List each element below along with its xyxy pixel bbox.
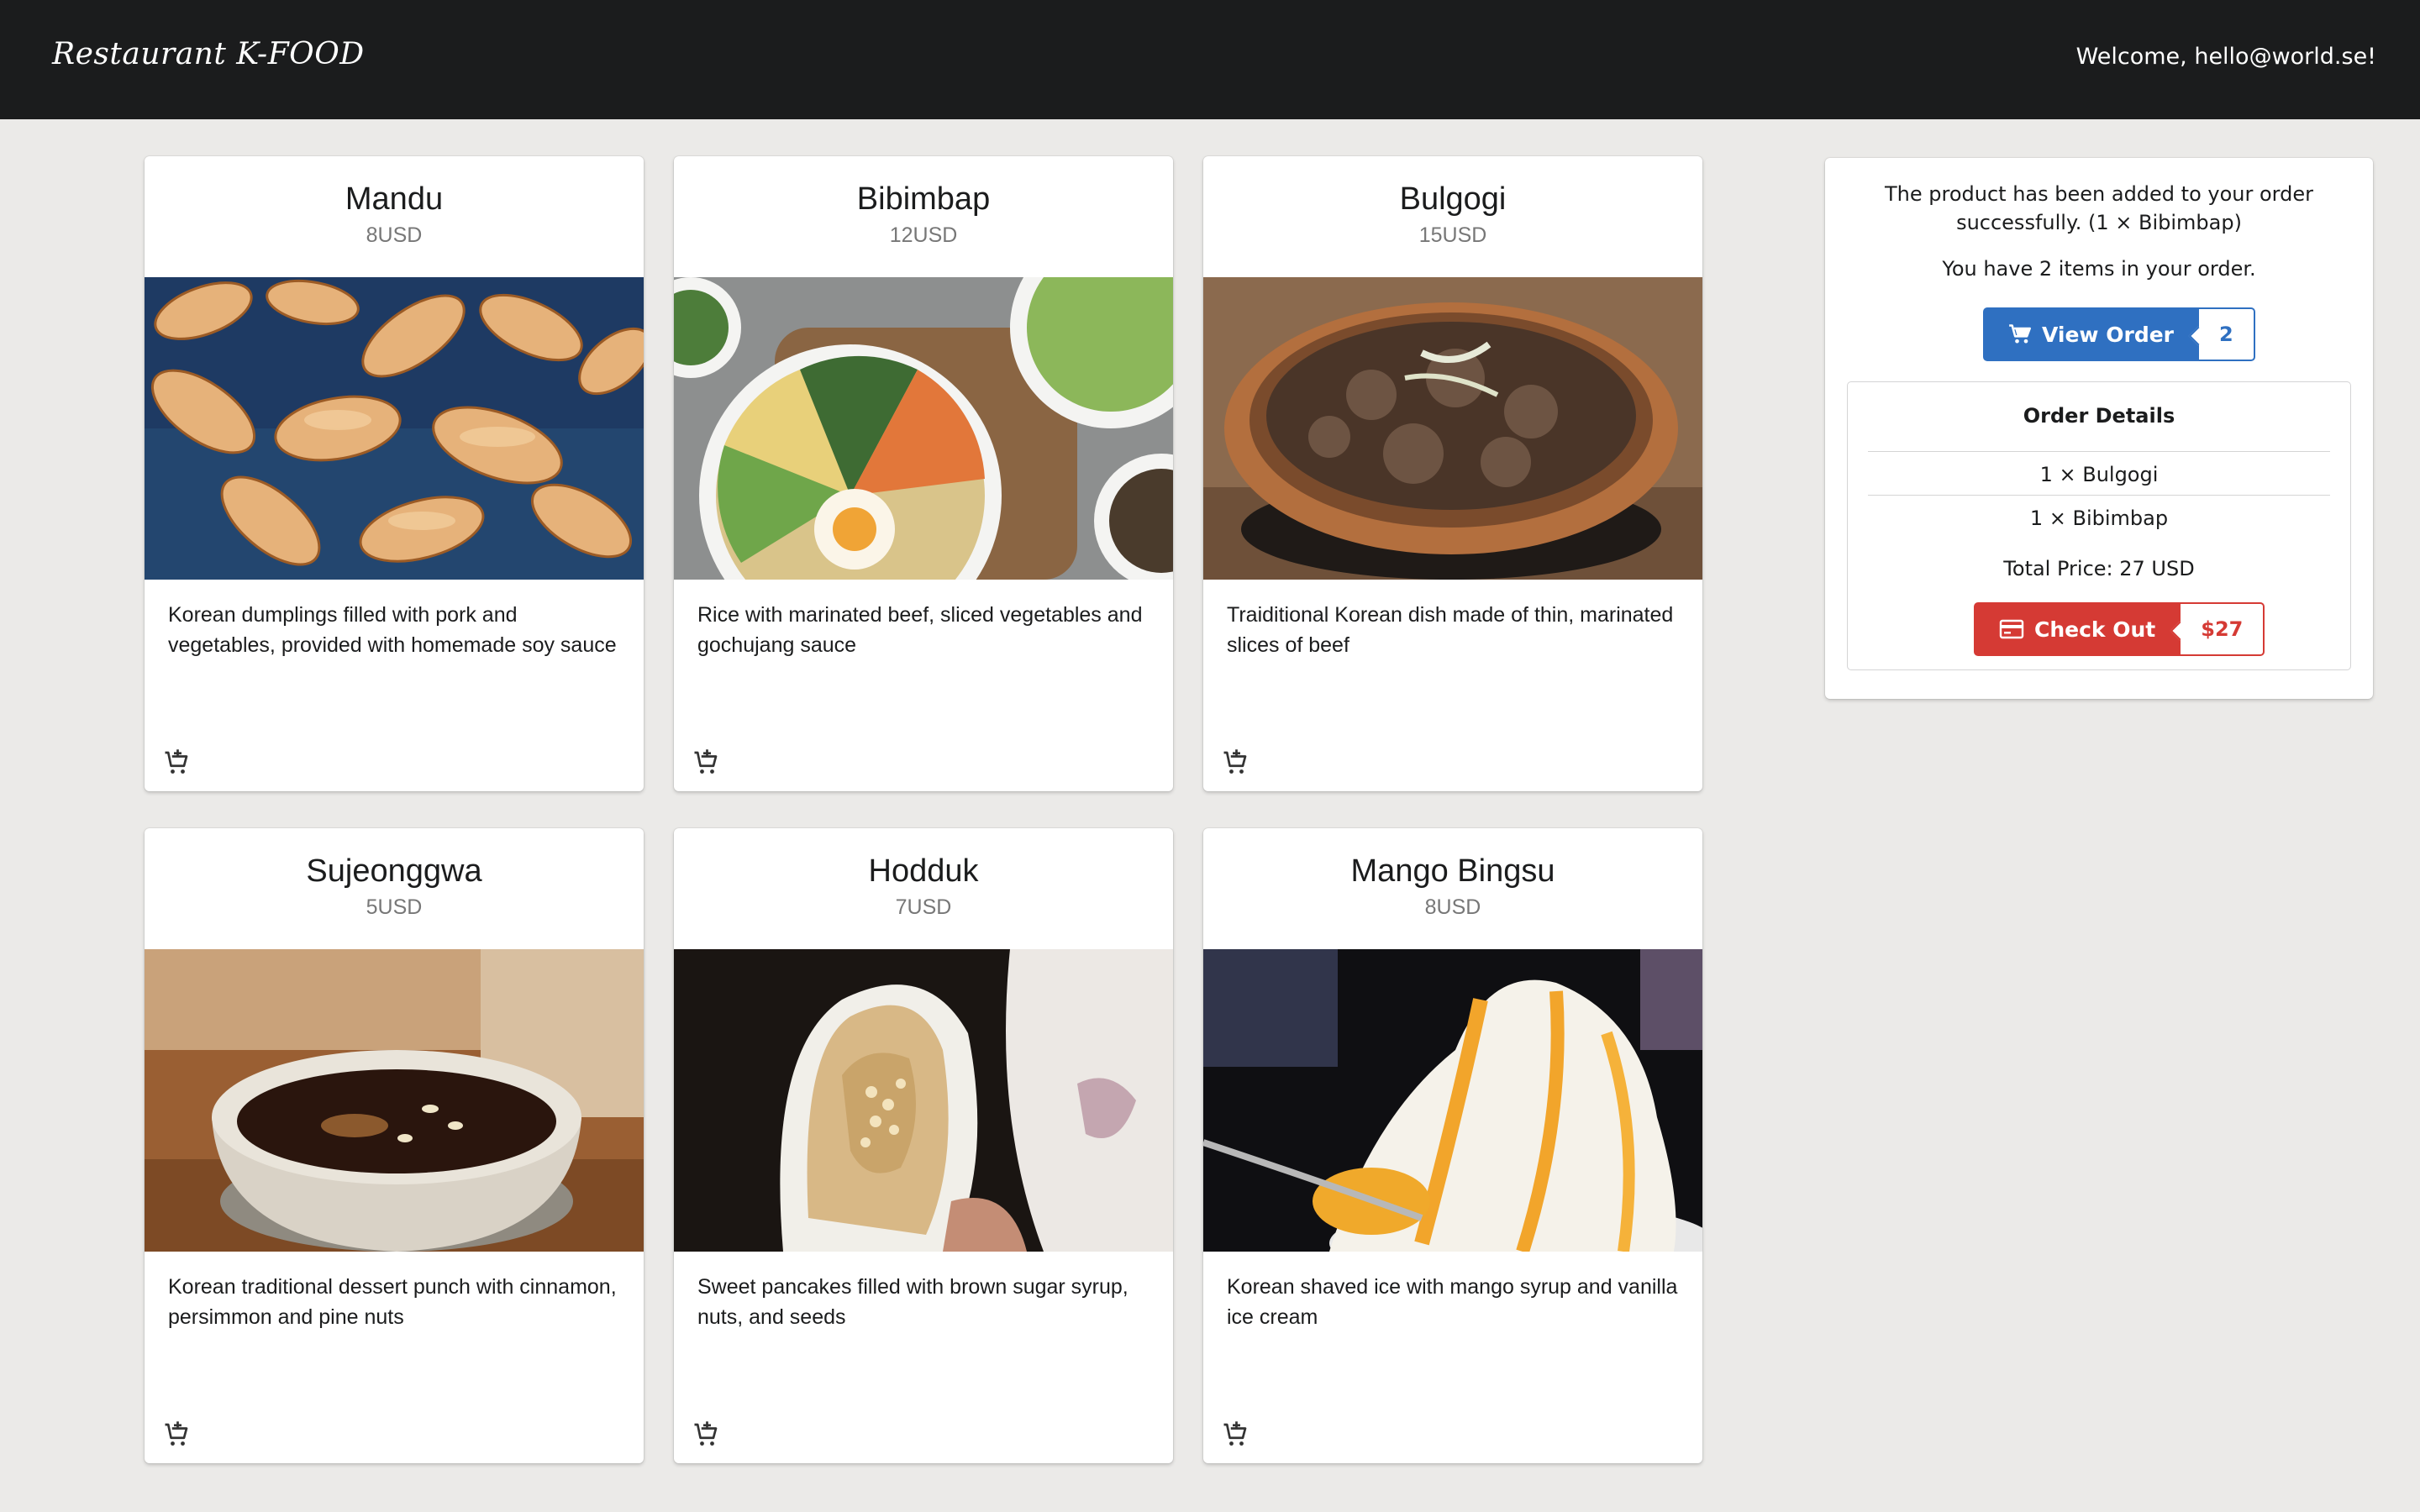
product-price: 8USD <box>1424 895 1481 919</box>
view-order-button-group[interactable]: View Order 2 <box>1983 307 2255 361</box>
add-to-cart-button[interactable] <box>1220 1420 1250 1450</box>
product-card-hodduk: Hodduk 7USD Sweet pancakes filled with b… <box>674 828 1173 1463</box>
cart-plus-icon <box>1223 1421 1247 1446</box>
order-item: 1 × Bibimbap <box>2029 507 2169 530</box>
product-name: Bibimbap <box>856 181 991 217</box>
divider <box>1868 495 2330 496</box>
welcome-message: Welcome, hello@world.se! <box>2075 44 2376 70</box>
product-price: 15USD <box>1418 223 1487 247</box>
total-price: Total Price: 27 USD <box>2003 557 2195 580</box>
order-details-title: Order Details <box>2023 404 2175 428</box>
checkout-label: Check Out <box>2034 617 2156 642</box>
top-navbar: Restaurant K-FOOD Welcome, hello@world.s… <box>0 0 2420 119</box>
product-name: Mandu <box>345 181 444 217</box>
product-price: 12USD <box>889 223 958 247</box>
product-card-bulgogi: Bulgogi 15USD Traiditional Korean dish m… <box>1203 156 1702 791</box>
product-price: 7USD <box>895 895 952 919</box>
pancake-cup-photo <box>674 949 1173 1252</box>
dumplings-photo <box>145 277 644 580</box>
product-card-mango-bingsu: Mango Bingsu 8USD Korean shaved ice with… <box>1203 828 1702 1463</box>
bulgogi-pan-photo <box>1203 277 1702 580</box>
view-order-button[interactable]: View Order <box>1983 307 2199 361</box>
add-to-cart-button[interactable] <box>161 1420 192 1450</box>
product-description: Korean shaved ice with mango syrup and v… <box>1227 1275 1678 1329</box>
bibimbap-bowl-photo <box>674 277 1173 580</box>
divider <box>1868 451 2330 452</box>
punch-bowl-photo <box>145 949 644 1252</box>
credit-card-icon <box>1999 619 2024 639</box>
view-order-label: View Order <box>2042 322 2174 347</box>
product-name: Mango Bingsu <box>1350 853 1555 889</box>
cart-plus-icon <box>694 1421 718 1446</box>
product-price: 5USD <box>366 895 423 919</box>
checkout-button[interactable]: Check Out <box>1974 602 2181 656</box>
items-count-message: You have 2 items in your order. <box>1942 257 2256 281</box>
product-name: Bulgogi <box>1399 181 1507 217</box>
product-description: Sweet pancakes filled with brown sugar s… <box>697 1275 1128 1329</box>
add-to-cart-button[interactable] <box>1220 748 1250 778</box>
order-details-box: Order Details 1 × Bulgogi 1 × Bibimbap T… <box>1847 381 2351 670</box>
order-item: 1 × Bulgogi <box>2039 463 2159 486</box>
shaved-ice-photo <box>1203 949 1702 1252</box>
checkout-button-group[interactable]: Check Out $27 <box>1974 602 2265 656</box>
product-card-bibimbap: Bibimbap 12USD Rice with marinated beef,… <box>674 156 1173 791</box>
product-description: Korean dumplings filled with pork and ve… <box>168 603 617 657</box>
product-description: Rice with marinated beef, sliced vegetab… <box>697 603 1143 657</box>
add-to-cart-button[interactable] <box>161 748 192 778</box>
order-count-label[interactable]: 2 <box>2199 307 2255 361</box>
product-name: Hodduk <box>868 853 979 889</box>
cart-plus-icon <box>694 749 718 774</box>
product-description: Traiditional Korean dish made of thin, m… <box>1227 603 1674 657</box>
product-price: 8USD <box>366 223 423 247</box>
add-to-cart-button[interactable] <box>691 1420 721 1450</box>
product-card-sujeonggwa: Sujeonggwa 5USD Korean traditional desse… <box>145 828 644 1463</box>
brand-title[interactable]: Restaurant K-FOOD <box>52 37 365 71</box>
cart-plus-icon <box>1223 749 1247 774</box>
cart-icon <box>2009 324 2031 344</box>
cart-plus-icon <box>165 1421 188 1446</box>
product-name: Sujeonggwa <box>306 853 482 889</box>
add-to-cart-button[interactable] <box>691 748 721 778</box>
success-message: The product has been added to your order… <box>1885 182 2313 234</box>
checkout-amount-label[interactable]: $27 <box>2181 602 2265 656</box>
product-card-mandu: Mandu 8USD Korean dumplings filled with … <box>145 156 644 791</box>
product-description: Korean traditional dessert punch with ci… <box>168 1275 617 1329</box>
order-panel: The product has been added to your order… <box>1825 158 2373 699</box>
cart-plus-icon <box>165 749 188 774</box>
